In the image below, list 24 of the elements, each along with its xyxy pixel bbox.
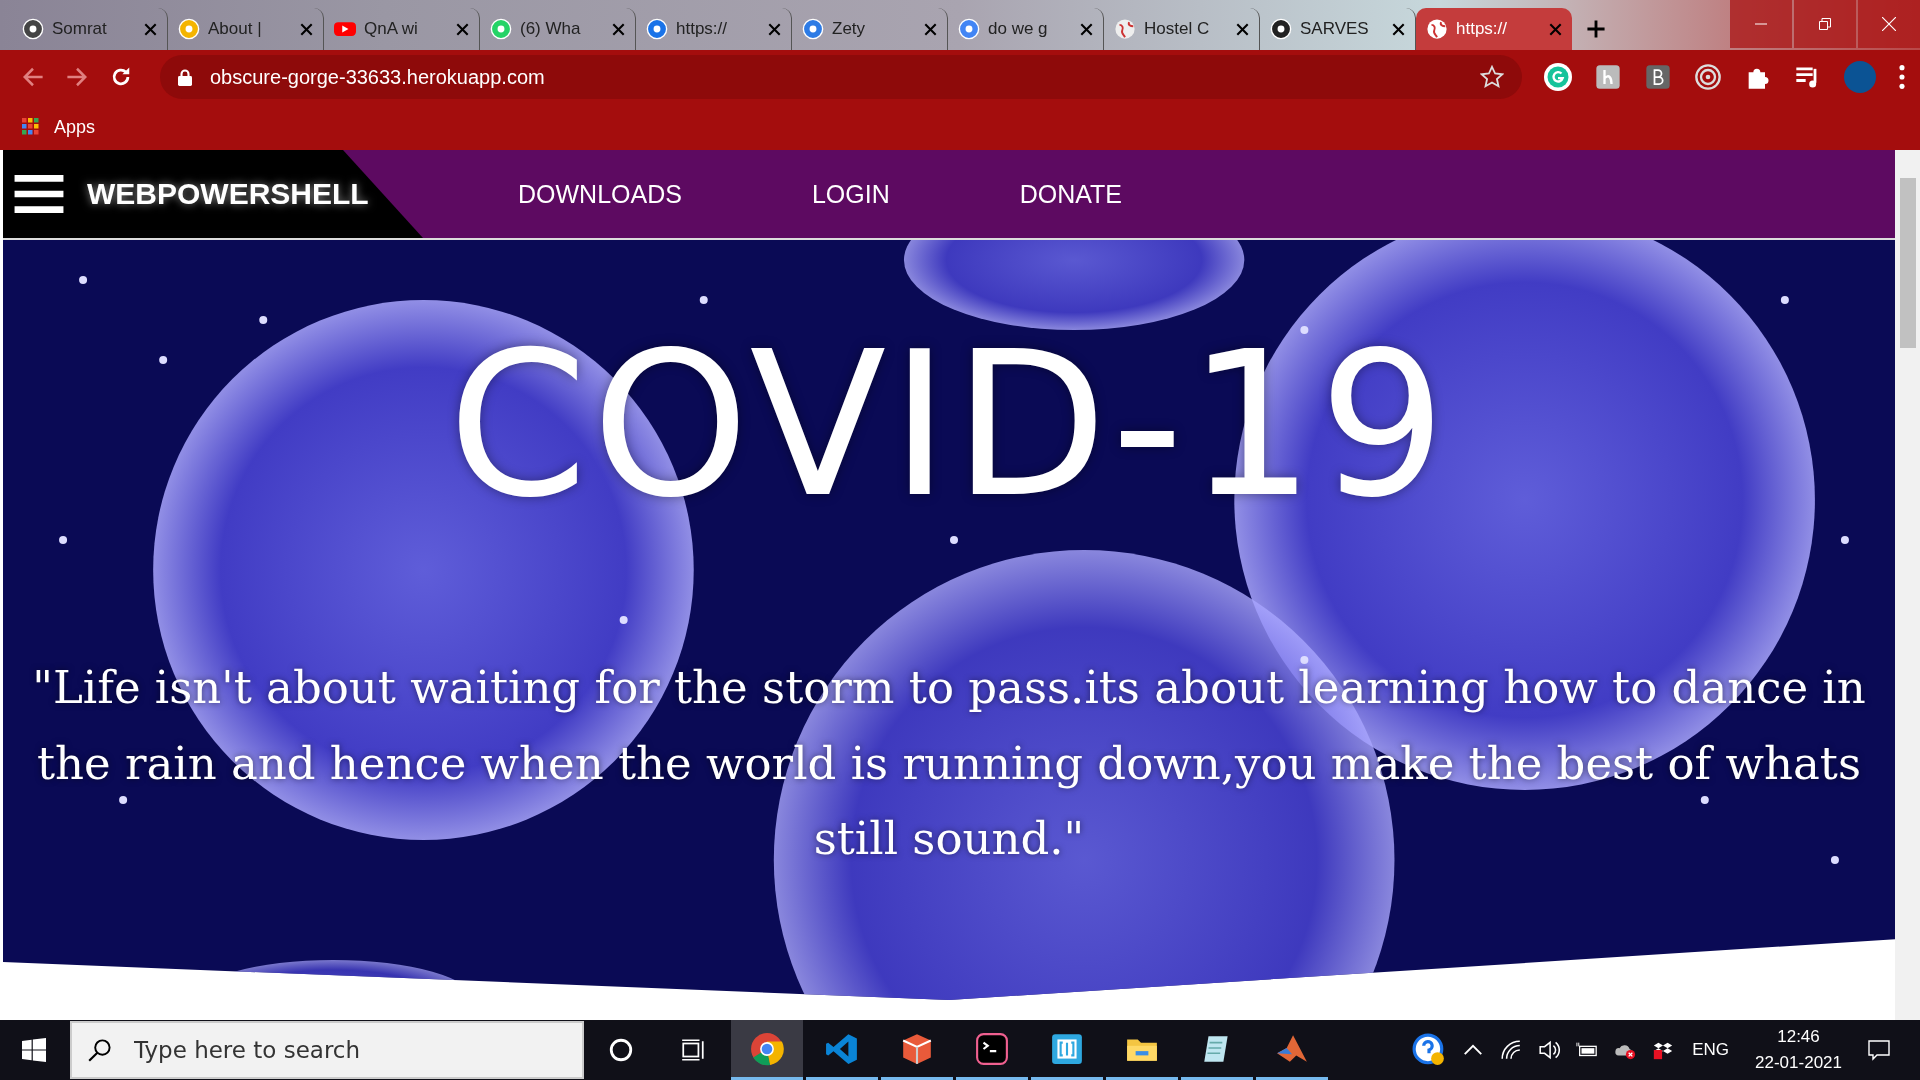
search-field[interactable]: Type here to search [132,1036,582,1064]
tab-title: About | [208,19,263,39]
clock-time: 12:46 [1777,1027,1820,1047]
tab-title: Somrat [52,19,108,39]
url-text: obscure-gorge-33633.herokuapp.com [210,65,546,89]
bookmark-link[interactable]: Apps [22,116,96,138]
tab-title: https:// [1456,19,1509,39]
tab-title: do we g [988,19,1049,39]
search-box[interactable]: Type here to search [70,1021,584,1079]
tab-title: Zety [832,19,867,39]
address-bar[interactable]: obscure-gorge-33633.herokuapp.com [160,55,1522,99]
tab-title: SARVES [1300,19,1370,39]
site-logo-text[interactable]: WEBPOWERSHELL [87,177,369,211]
clock-date: 22-01-2021 [1755,1053,1842,1073]
tab-title: https:// [676,19,729,39]
tab-title: Hostel C [1144,19,1211,39]
nav-link[interactable]: LOGIN [811,179,890,209]
nav-link[interactable]: DOWNLOADS [518,179,682,209]
tab-title: QnA wi [364,19,419,39]
clock[interactable]: 12:46 22-01-2021 [1755,1027,1842,1073]
nav-link[interactable]: DONATE [1019,179,1123,209]
browser-tab[interactable]: https:// [1416,8,1572,50]
tab-title: (6) Wha [520,19,582,39]
language-indicator[interactable]: ENG [1692,1040,1730,1060]
